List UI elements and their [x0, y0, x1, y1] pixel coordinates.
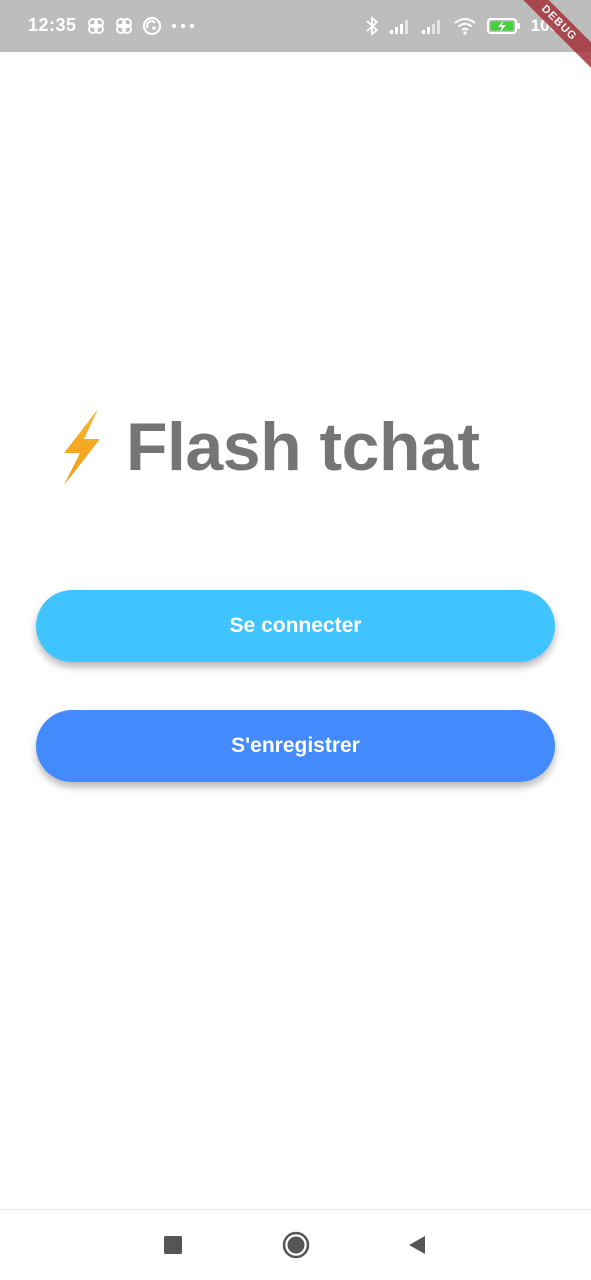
sync-icon — [142, 16, 162, 36]
recent-apps-icon[interactable] — [158, 1230, 188, 1260]
navigation-bar — [0, 1209, 591, 1280]
status-time: 12:35 — [28, 15, 77, 35]
bluetooth-icon — [366, 16, 378, 36]
lightning-bolt-icon — [64, 409, 100, 485]
status-right-icons: 100% — [365, 14, 567, 38]
register-button[interactable]: S'enregistrer — [36, 710, 555, 782]
pinwheel-icon — [88, 18, 104, 34]
status-left-icons — [86, 15, 196, 37]
back-icon[interactable] — [402, 1230, 432, 1260]
screen: 12:35 100 DEBUG Flash tchat Se connecter… — [0, 0, 591, 1280]
more-dots-icon — [171, 23, 195, 29]
app-title: Flash tchat — [126, 409, 480, 485]
battery-charging-icon — [486, 18, 520, 34]
home-icon[interactable] — [281, 1230, 311, 1260]
signal-icon — [389, 20, 408, 34]
app-title-row: Flash tchat — [58, 405, 480, 489]
wifi-icon — [453, 18, 476, 35]
signal-icon — [421, 20, 440, 34]
pinwheel-icon — [116, 18, 132, 34]
login-button[interactable]: Se connecter — [36, 590, 555, 662]
status-bar: 12:35 100 DEBUG — [0, 0, 591, 72]
